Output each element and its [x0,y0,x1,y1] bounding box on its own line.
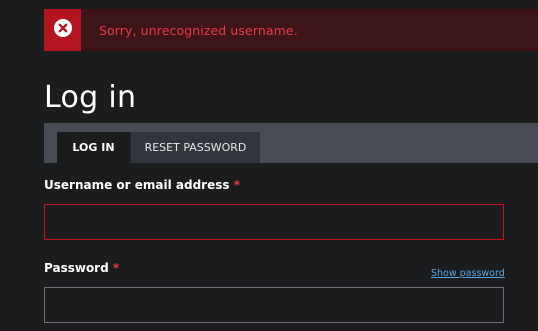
error-x-icon [53,19,72,41]
password-input[interactable] [44,287,504,323]
tab-reset-password[interactable]: RESET PASSWORD [130,132,260,163]
username-label-text: Username or email address [44,178,230,192]
tabs-bar: LOG IN RESET PASSWORD [44,123,538,163]
tab-log-in[interactable]: LOG IN [57,132,130,163]
password-label-text: Password [44,261,109,275]
username-input[interactable] [44,204,504,240]
username-label: Username or email address * [44,178,240,192]
password-label: Password * [44,261,119,275]
required-marker: * [233,178,240,192]
page-title: Log in [44,80,137,115]
show-password-link[interactable]: Show password [431,268,505,279]
alert-message: Sorry, unrecognized username. [99,22,298,38]
login-page: Sorry, unrecognized username. Log in LOG… [0,0,538,331]
required-marker: * [112,261,120,275]
alert-icon-box [44,9,81,51]
error-alert: Sorry, unrecognized username. [44,9,538,51]
